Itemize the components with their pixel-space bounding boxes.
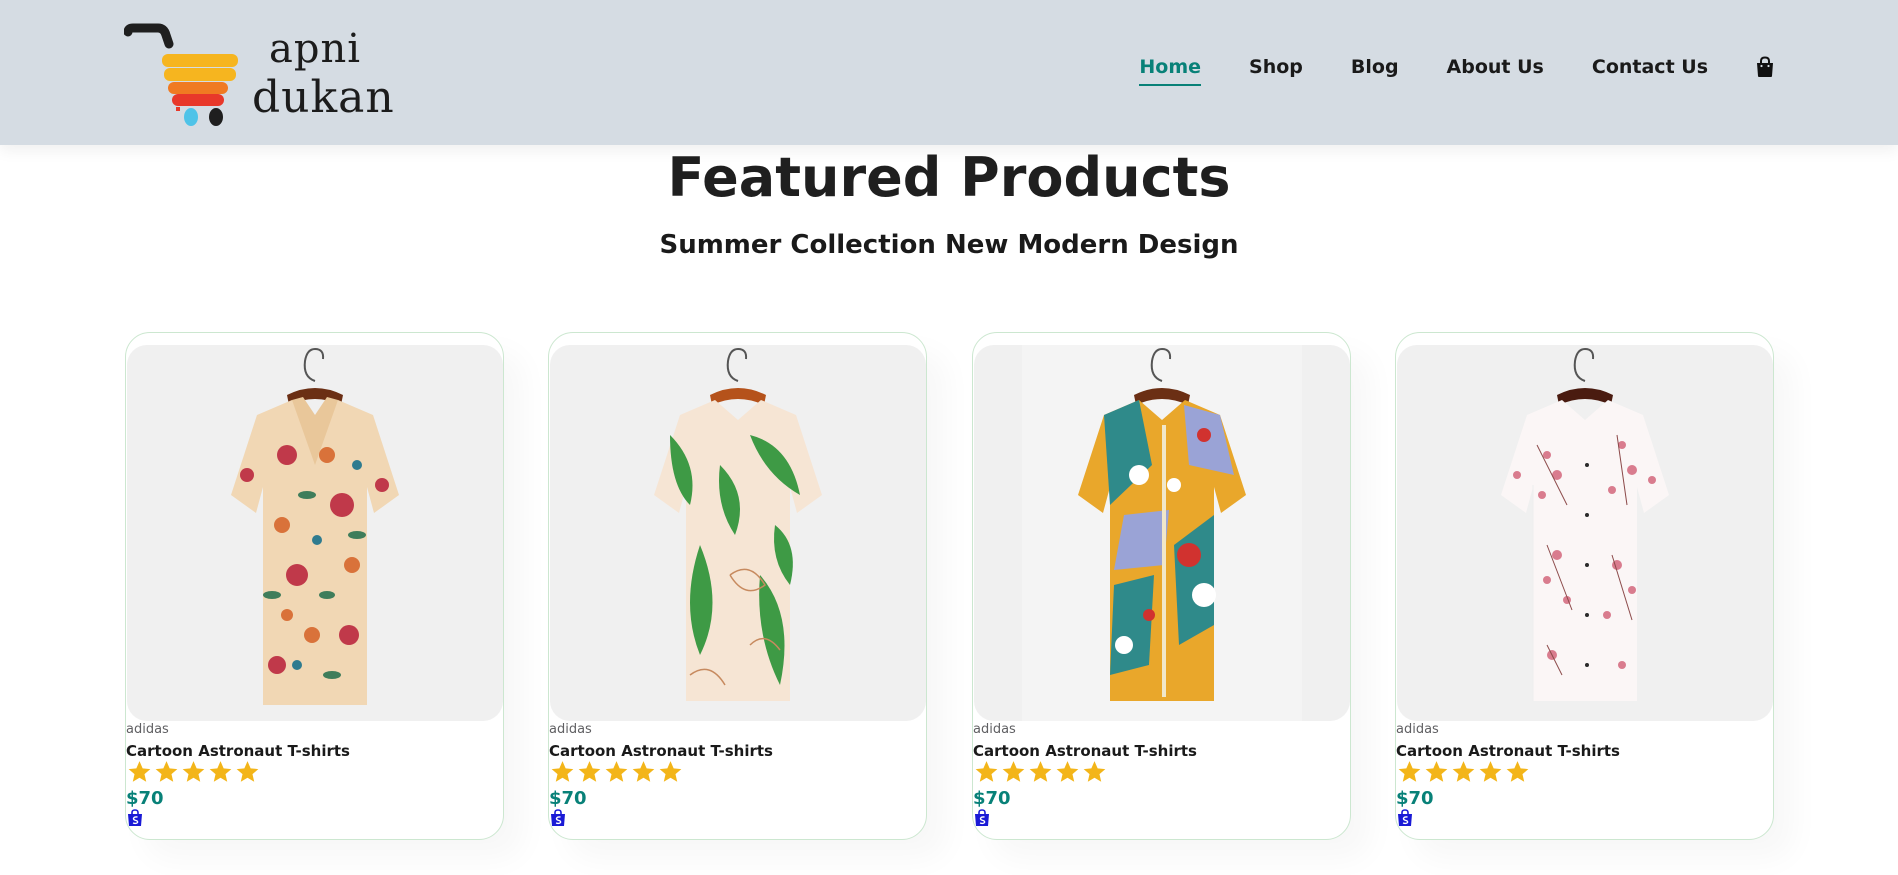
product-price: $70 (549, 788, 587, 809)
product-rating (126, 759, 261, 785)
site-header: apni dukan Home Shop Blog About Us Conta… (0, 0, 1898, 145)
product-price: $70 (1396, 788, 1434, 809)
star-icon (1056, 761, 1079, 782)
nav-home[interactable]: Home (1139, 56, 1201, 86)
star-icon (1506, 761, 1529, 782)
main-nav: Home Shop Blog About Us Contact Us (1091, 56, 1776, 86)
page-subtitle: Summer Collection New Modern Design (659, 230, 1239, 260)
product-brand: adidas (1396, 722, 1439, 737)
shopping-cart-icon[interactable] (974, 809, 990, 827)
star-icon (975, 761, 998, 782)
star-icon (1002, 761, 1025, 782)
star-icon (182, 761, 205, 782)
product-name[interactable]: Cartoon Astronaut T-shirts (1396, 742, 1620, 760)
star-icon (128, 761, 151, 782)
nav-shop[interactable]: Shop (1249, 56, 1303, 78)
page-title: Featured Products (667, 146, 1231, 209)
star-icon (1083, 761, 1106, 782)
nav-blog[interactable]: Blog (1351, 56, 1399, 78)
star-icon (209, 761, 232, 782)
product-image[interactable] (974, 345, 1350, 721)
star-icon (1452, 761, 1475, 782)
product-name[interactable]: Cartoon Astronaut T-shirts (973, 742, 1197, 760)
product-grid: adidas Cartoon Astronaut T-shirts $70 ad… (125, 332, 1774, 840)
star-icon (578, 761, 601, 782)
product-price: $70 (973, 788, 1011, 809)
product-card[interactable]: adidas Cartoon Astronaut T-shirts $70 (1395, 332, 1774, 840)
product-rating (1396, 759, 1531, 785)
product-brand: adidas (549, 722, 592, 737)
star-icon (1479, 761, 1502, 782)
product-card[interactable]: adidas Cartoon Astronaut T-shirts $70 (125, 332, 504, 840)
product-image[interactable] (550, 345, 926, 721)
product-brand: adidas (973, 722, 1016, 737)
product-name[interactable]: Cartoon Astronaut T-shirts (549, 742, 773, 760)
star-icon (1398, 761, 1421, 782)
product-name[interactable]: Cartoon Astronaut T-shirts (126, 742, 350, 760)
product-rating (973, 759, 1108, 785)
logo-text-line1: apni (269, 26, 362, 72)
logo-text-line2: dukan (252, 72, 395, 123)
star-icon (1029, 761, 1052, 782)
shopping-cart-icon[interactable] (127, 809, 143, 827)
logo[interactable]: apni dukan (124, 22, 394, 132)
product-brand: adidas (126, 722, 169, 737)
shopping-bag-icon[interactable] (1754, 56, 1776, 78)
product-rating (549, 759, 684, 785)
star-icon (155, 761, 178, 782)
shopping-cart-icon[interactable] (550, 809, 566, 827)
shopping-cart-icon[interactable] (1397, 809, 1413, 827)
star-icon (659, 761, 682, 782)
star-icon (236, 761, 259, 782)
star-icon (632, 761, 655, 782)
product-card[interactable]: adidas Cartoon Astronaut T-shirts $70 (972, 332, 1351, 840)
product-image[interactable] (127, 345, 503, 721)
star-icon (551, 761, 574, 782)
product-image[interactable] (1397, 345, 1773, 721)
nav-about-us[interactable]: About Us (1447, 56, 1544, 78)
nav-contact-us[interactable]: Contact Us (1592, 56, 1708, 78)
star-icon (1425, 761, 1448, 782)
star-icon (605, 761, 628, 782)
product-card[interactable]: adidas Cartoon Astronaut T-shirts $70 (548, 332, 927, 840)
product-price: $70 (126, 788, 164, 809)
